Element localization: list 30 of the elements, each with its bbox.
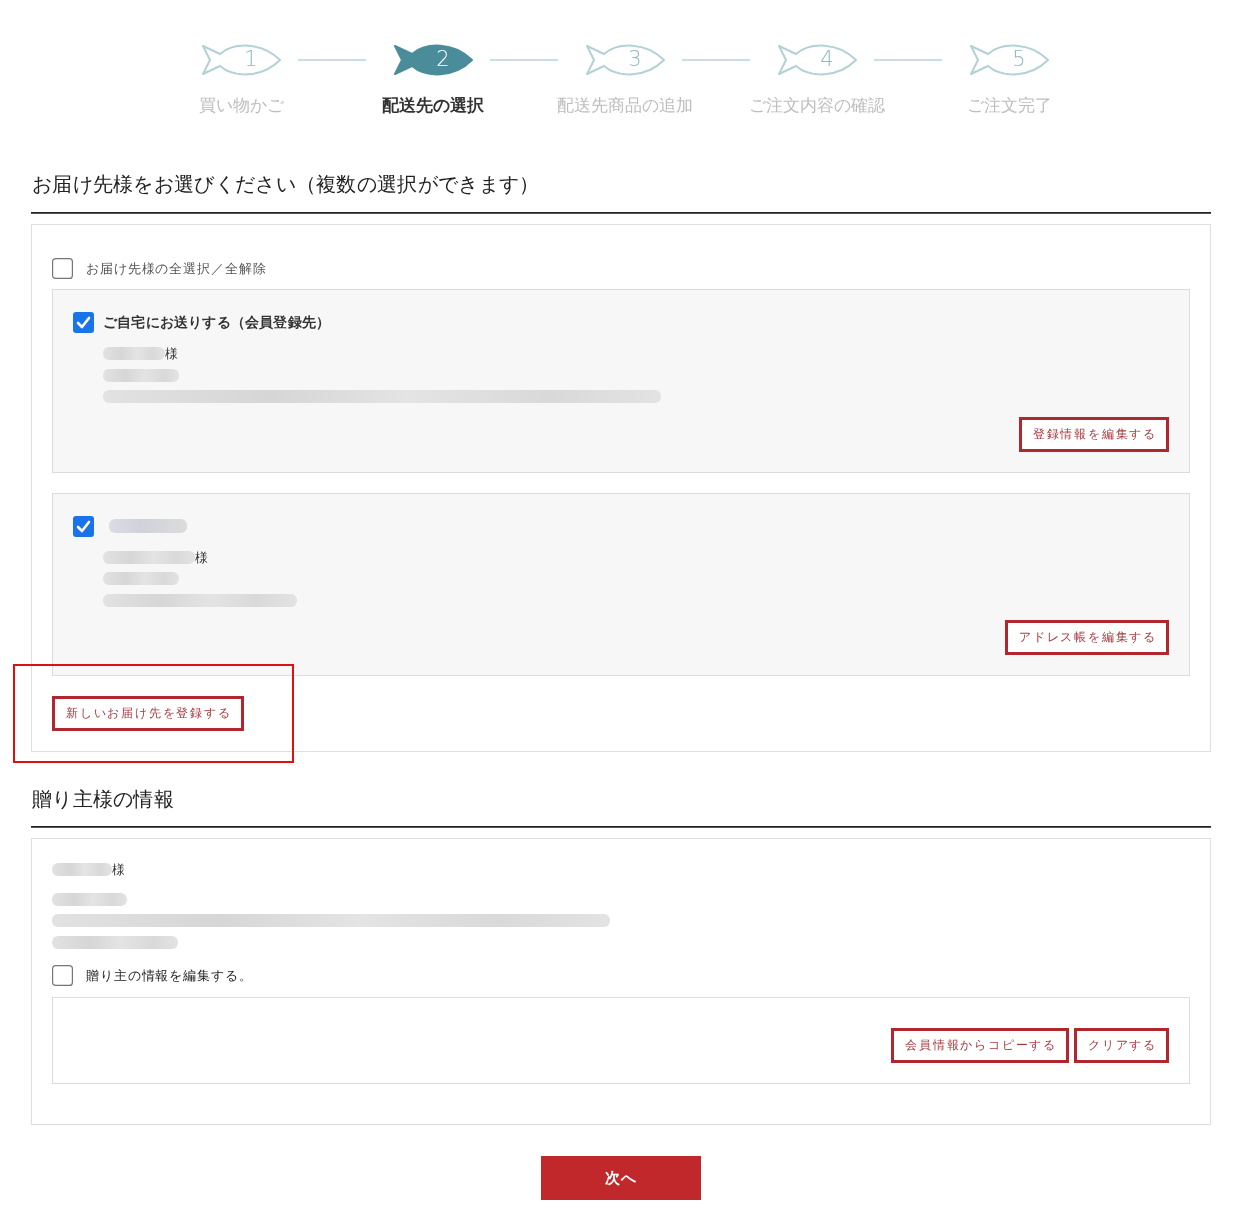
honorific-text: 様 [112, 861, 125, 880]
step-number: 3 [627, 46, 643, 73]
address-title: ご自宅にお送りする（会員登録先） [103, 314, 331, 332]
step-label: ご注文内容の確認 [749, 94, 885, 116]
edit-button[interactable]: 登録情報を編集する [1018, 416, 1169, 452]
edit-button[interactable]: アドレス帳を編集する [1005, 620, 1169, 655]
blurred-text [52, 863, 112, 877]
step-number: 1 [243, 46, 259, 73]
step-number: 5 [1011, 46, 1027, 73]
step-label: 配送先の選択 [382, 94, 484, 116]
checkbox[interactable] [52, 965, 73, 986]
step-label: 配送先商品の追加 [557, 94, 693, 116]
honorific-text: 様 [195, 548, 208, 567]
step-label: 買い物かご [198, 94, 284, 116]
action-button[interactable]: クリアする [1074, 1028, 1169, 1063]
add-address-button[interactable]: 新しいお届け先を登録する [52, 696, 244, 731]
step-number: 4 [819, 46, 835, 73]
blurred-text [103, 347, 165, 361]
step-number: 2 [435, 46, 451, 73]
checkbox[interactable] [73, 312, 94, 333]
section-heading: お届け先様をお選びください（複数の選択ができます） [32, 173, 541, 197]
checkbox-label: 贈り主の情報を編集する。 [86, 967, 253, 985]
section-heading: 贈り主様の情報 [32, 787, 176, 812]
action-button[interactable]: 会員情報からコピーする [891, 1028, 1069, 1063]
next-button[interactable]: 次へ [541, 1156, 701, 1200]
checkbox[interactable] [73, 515, 94, 537]
honorific-text: 様 [165, 345, 178, 364]
checkbox[interactable] [52, 258, 73, 279]
checkbox-label: お届け先様の全選択／全解除 [86, 260, 267, 278]
step-label: ご注文完了 [966, 94, 1052, 116]
